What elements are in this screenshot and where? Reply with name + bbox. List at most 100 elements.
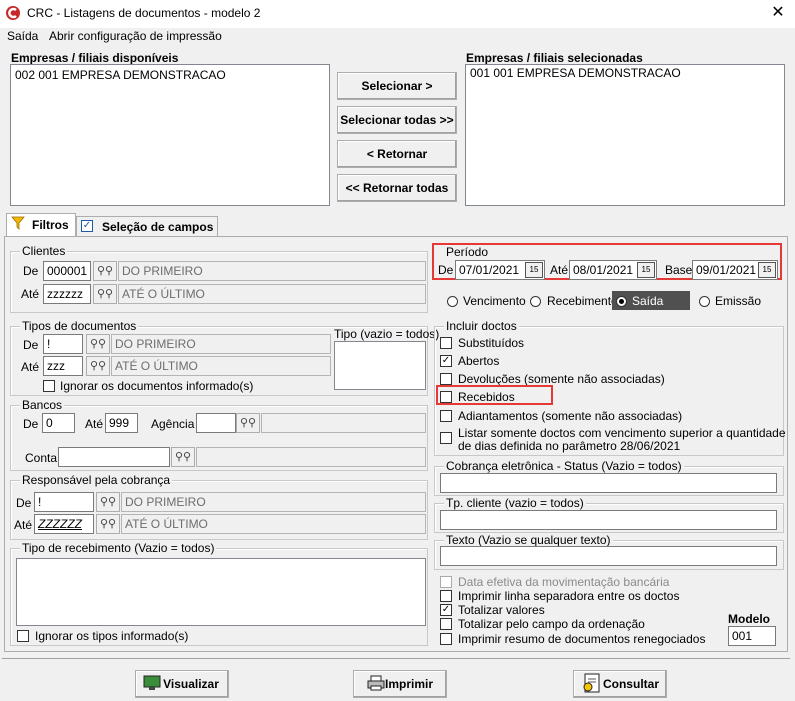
selected-companies-list[interactable]: 001 001 EMPRESA DEMONSTRACAO — [465, 64, 785, 206]
clients-to-desc: ATÉ O ÚLTIMO — [118, 284, 426, 304]
checkbox-adiantamentos[interactable] — [440, 410, 452, 422]
clients-to-input[interactable]: zzzzzz — [43, 284, 91, 304]
checkbox-recebidos[interactable] — [440, 391, 452, 403]
binoculars-icon[interactable]: ⚲⚲ — [86, 334, 110, 354]
select-all-button[interactable]: Selecionar todas >> — [337, 106, 457, 134]
available-companies-label: Empresas / filiais disponíveis — [11, 51, 179, 65]
checkbox-vencimento-superior[interactable] — [440, 432, 452, 444]
menu-print-config[interactable]: Abrir configuração de impressão — [49, 28, 222, 44]
radio-saida[interactable] — [616, 296, 627, 307]
client-type-input[interactable] — [440, 510, 777, 530]
checkbox-vencimento-superior-label-2: de dias definida no parâmetro 28/06/2021 — [458, 439, 681, 453]
agency-input[interactable] — [196, 413, 236, 433]
billing-status-label: Cobrança eletrônica - Status (Vazio = to… — [444, 459, 684, 473]
banks-label: Bancos — [20, 398, 65, 412]
binoculars-icon[interactable]: ⚲⚲ — [236, 413, 260, 433]
checkbox-linha-separadora[interactable] — [440, 590, 452, 602]
account-input[interactable] — [58, 447, 170, 467]
available-companies-list[interactable]: 002 001 EMPRESA DEMONSTRACAO — [10, 64, 330, 206]
checkbox-adiantamentos-label: Adiantamentos (somente não associadas) — [458, 409, 683, 423]
checkbox-linha-separadora-label: Imprimir linha separadora entre os docto… — [458, 589, 680, 603]
period-from-label: De — [438, 263, 454, 277]
checkbox-abertos[interactable]: ✓ — [440, 355, 452, 367]
checkbox-substituidos[interactable] — [440, 337, 452, 349]
clients-to-label: Até — [21, 287, 40, 301]
calendar-icon[interactable]: 15 — [758, 262, 776, 278]
checkbox-icon: ✓ — [81, 220, 93, 232]
menu-exit[interactable]: Saída — [7, 28, 38, 44]
model-input[interactable]: 001 — [728, 626, 776, 646]
binoculars-icon[interactable]: ⚲⚲ — [96, 492, 120, 512]
radio-emissao[interactable] — [699, 296, 710, 307]
period-base-label: Base — [665, 263, 693, 277]
text-filter-input[interactable] — [440, 546, 777, 566]
checkbox-devolucoes-label: Devoluções (somente não associadas) — [458, 372, 665, 386]
billing-status-input[interactable] — [440, 473, 777, 493]
clients-from-input[interactable]: 000001 — [43, 261, 91, 281]
receipt-type-label: Tipo de recebimento (Vazio = todos) — [20, 541, 217, 555]
banks-to-label: Até — [85, 417, 104, 431]
account-label: Conta — [25, 451, 58, 465]
checkbox-totalizar-ordenacao-label: Totalizar pelo campo da ordenação — [458, 617, 645, 631]
period-label: Período — [444, 245, 491, 259]
calendar-icon[interactable]: 15 — [525, 262, 543, 278]
return-button[interactable]: < Retornar — [337, 140, 457, 168]
checkbox-devolucoes[interactable] — [440, 373, 452, 385]
doc-types-label: Tipos de documentos — [20, 319, 139, 333]
checkbox-substituidos-label: Substituídos — [458, 336, 525, 350]
include-docs-label: Incluir doctos — [444, 319, 519, 333]
calendar-icon[interactable]: 15 — [637, 262, 655, 278]
clients-from-label: De — [23, 264, 39, 278]
checkbox-totalizar-valores[interactable]: ✓ — [440, 604, 452, 616]
doc-types-from-label: De — [23, 338, 39, 352]
clients-from-desc: DO PRIMEIRO — [118, 261, 426, 281]
clients-label: Clientes — [20, 244, 68, 258]
binoculars-icon[interactable]: ⚲⚲ — [93, 284, 117, 304]
window-title: CRC - Listagens de documentos - modelo 2 — [27, 6, 261, 20]
banks-to-input[interactable]: 999 — [105, 413, 138, 433]
radio-saida-label: Saída — [632, 294, 664, 308]
ignore-receipt-types-checkbox[interactable] — [17, 630, 29, 642]
checkbox-resumo-renegociados[interactable] — [440, 633, 452, 645]
binoculars-icon[interactable]: ⚲⚲ — [86, 356, 110, 376]
agency-label: Agência — [151, 417, 195, 431]
printer-icon — [367, 675, 385, 691]
checkbox-vencimento-superior-label: Listar somente doctos com vencimento sup… — [458, 426, 786, 440]
checkbox-data-efetiva[interactable] — [440, 576, 452, 588]
text-filter-label: Texto (Vazio se qualquer texto) — [444, 533, 613, 547]
banks-from-input[interactable]: 0 — [42, 413, 75, 433]
list-item[interactable]: 002 001 EMPRESA DEMONSTRACAO — [11, 65, 329, 85]
responsible-to-label: Até — [14, 518, 33, 532]
checkbox-recebidos-label: Recebidos — [458, 390, 515, 404]
monitor-icon — [143, 675, 161, 690]
checkbox-totalizar-ordenacao[interactable] — [440, 618, 452, 630]
responsible-to-input[interactable]: ZZZZZZ — [34, 514, 94, 534]
return-all-button[interactable]: << Retornar todas — [337, 174, 457, 202]
checkbox-totalizar-valores-label: Totalizar valores — [458, 603, 545, 617]
radio-recebimento[interactable] — [530, 296, 541, 307]
account-desc — [196, 447, 426, 467]
binoculars-icon[interactable]: ⚲⚲ — [171, 447, 195, 467]
client-type-label: Tp. cliente (vazio = todos) — [444, 496, 586, 510]
doc-types-from-input[interactable]: ! — [43, 334, 83, 354]
binoculars-icon[interactable]: ⚲⚲ — [93, 261, 117, 281]
radio-vencimento[interactable] — [447, 296, 458, 307]
binoculars-icon[interactable]: ⚲⚲ — [96, 514, 120, 534]
receipt-type-list[interactable] — [16, 558, 426, 626]
tab-fields-label: Seleção de campos — [102, 220, 214, 234]
checkbox-abertos-label: Abertos — [458, 354, 500, 368]
doc-type-list-label: Tipo (vazio = todos) — [334, 327, 440, 341]
checkbox-data-efetiva-label: Data efetiva da movimentação bancária — [458, 575, 670, 589]
select-button[interactable]: Selecionar > — [337, 72, 457, 100]
ignore-doc-types-label: Ignorar os documentos informado(s) — [60, 379, 254, 393]
responsible-from-input[interactable]: ! — [34, 492, 94, 512]
list-item[interactable]: 001 001 EMPRESA DEMONSTRACAO — [466, 65, 784, 81]
radio-vencimento-label: Vencimento — [463, 294, 526, 308]
doc-types-to-label: Até — [21, 360, 40, 374]
checkbox-resumo-renegociados-label: Imprimir resumo de documentos renegociad… — [458, 632, 706, 646]
doc-types-to-input[interactable]: zzz — [43, 356, 83, 376]
doc-type-list[interactable] — [334, 341, 426, 390]
close-icon[interactable]: ✕ — [768, 3, 788, 23]
ignore-doc-types-checkbox[interactable] — [43, 380, 55, 392]
document-search-icon — [583, 673, 600, 693]
